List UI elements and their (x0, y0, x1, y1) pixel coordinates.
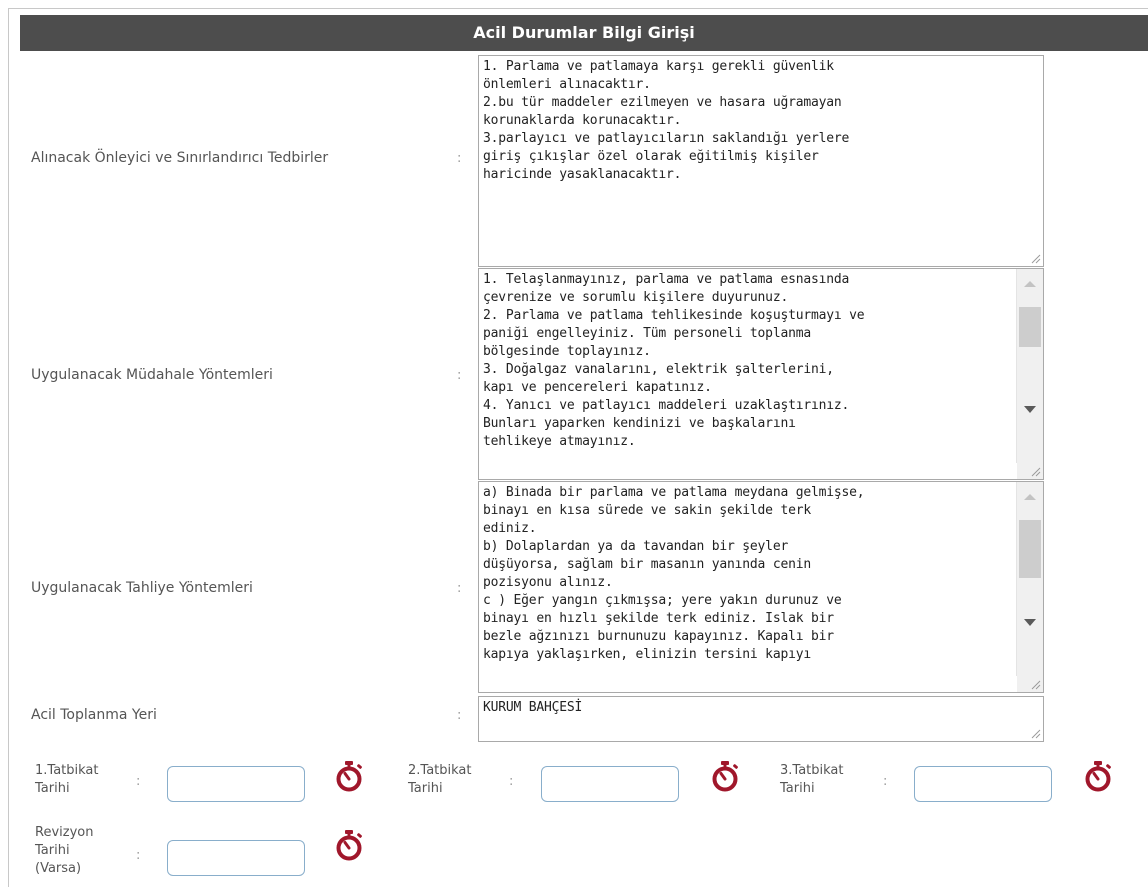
field-colon: : (136, 774, 141, 789)
drill-3-date-input[interactable] (914, 766, 1052, 802)
scrollbar-thumb[interactable] (1019, 307, 1041, 347)
intervention-methods-text: 1. Telaşlanmayınız, parlama ve patlama e… (483, 272, 865, 449)
form-title: Acil Durumlar Bilgi Girişi (20, 15, 1148, 51)
drill-2-date-label-line2: Tarihi (408, 781, 443, 796)
drill-1-date-input[interactable] (167, 766, 305, 802)
field-label-assembly-point: Acil Toplanma Yeri (31, 707, 157, 723)
field-colon: : (457, 708, 462, 723)
stopwatch-icon[interactable] (334, 760, 364, 792)
resize-grip-icon[interactable] (1028, 677, 1042, 691)
drill-3-date-label: 3.Tatbikat Tarihi (780, 762, 843, 798)
resize-grip-icon[interactable] (1028, 251, 1042, 265)
field-colon: : (883, 774, 888, 789)
scroll-down-icon[interactable] (1024, 406, 1036, 413)
vertical-scrollbar[interactable] (1016, 269, 1043, 463)
revision-date-label-line2: Tarihi (35, 843, 70, 858)
vertical-scrollbar[interactable] (1016, 482, 1043, 676)
stopwatch-icon[interactable] (334, 829, 364, 861)
revision-date-input[interactable] (167, 840, 305, 876)
drill-1-date-label-line1: 1.Tatbikat (35, 763, 99, 778)
drill-2-date-label: 2.Tatbikat Tarihi (408, 762, 471, 798)
revision-date-label-line3: (Varsa) (35, 861, 82, 876)
scroll-up-icon[interactable] (1024, 281, 1036, 287)
stopwatch-icon[interactable] (1083, 760, 1113, 792)
preventive-measures-text: 1. Parlama ve patlamaya karşı gerekli gü… (483, 59, 850, 182)
assembly-point-text: KURUM BAHÇESİ (483, 700, 583, 715)
field-colon: : (509, 774, 514, 789)
revision-date-label: Revizyon Tarihi (Varsa) (35, 824, 93, 878)
drill-3-date-label-line1: 3.Tatbikat (780, 763, 844, 778)
scrollbar-thumb[interactable] (1019, 520, 1041, 578)
field-colon: : (136, 848, 141, 863)
revision-date-label-line1: Revizyon (35, 825, 94, 840)
page: Acil Durumlar Bilgi Girişi Alınacak Önle… (0, 0, 1148, 887)
drill-3-date-label-line2: Tarihi (780, 781, 815, 796)
drill-1-date-label: 1.Tatbikat Tarihi (35, 762, 98, 798)
evacuation-methods-textarea[interactable]: a) Binada bir parlama ve patlama meydana… (478, 481, 1044, 693)
field-label-intervention-methods: Uygulanacak Müdahale Yöntemleri (31, 367, 273, 383)
field-colon: : (457, 368, 462, 383)
field-colon: : (457, 151, 462, 166)
field-label-preventive-measures: Alınacak Önleyici ve Sınırlandırıcı Tedb… (31, 150, 329, 166)
stopwatch-icon[interactable] (710, 760, 740, 792)
drill-1-date-label-line2: Tarihi (35, 781, 70, 796)
drill-2-date-label-line1: 2.Tatbikat (408, 763, 472, 778)
evacuation-methods-text: a) Binada bir parlama ve patlama meydana… (483, 485, 865, 662)
scroll-up-icon[interactable] (1024, 494, 1036, 500)
field-colon: : (457, 581, 462, 596)
assembly-point-textarea[interactable]: KURUM BAHÇESİ (478, 696, 1044, 742)
resize-grip-icon[interactable] (1028, 726, 1042, 740)
scroll-down-icon[interactable] (1024, 619, 1036, 626)
preventive-measures-textarea[interactable]: 1. Parlama ve patlamaya karşı gerekli gü… (478, 55, 1044, 267)
field-label-evacuation-methods: Uygulanacak Tahliye Yöntemleri (31, 580, 253, 596)
drill-2-date-input[interactable] (541, 766, 679, 802)
resize-grip-icon[interactable] (1028, 464, 1042, 478)
intervention-methods-textarea[interactable]: 1. Telaşlanmayınız, parlama ve patlama e… (478, 268, 1044, 480)
